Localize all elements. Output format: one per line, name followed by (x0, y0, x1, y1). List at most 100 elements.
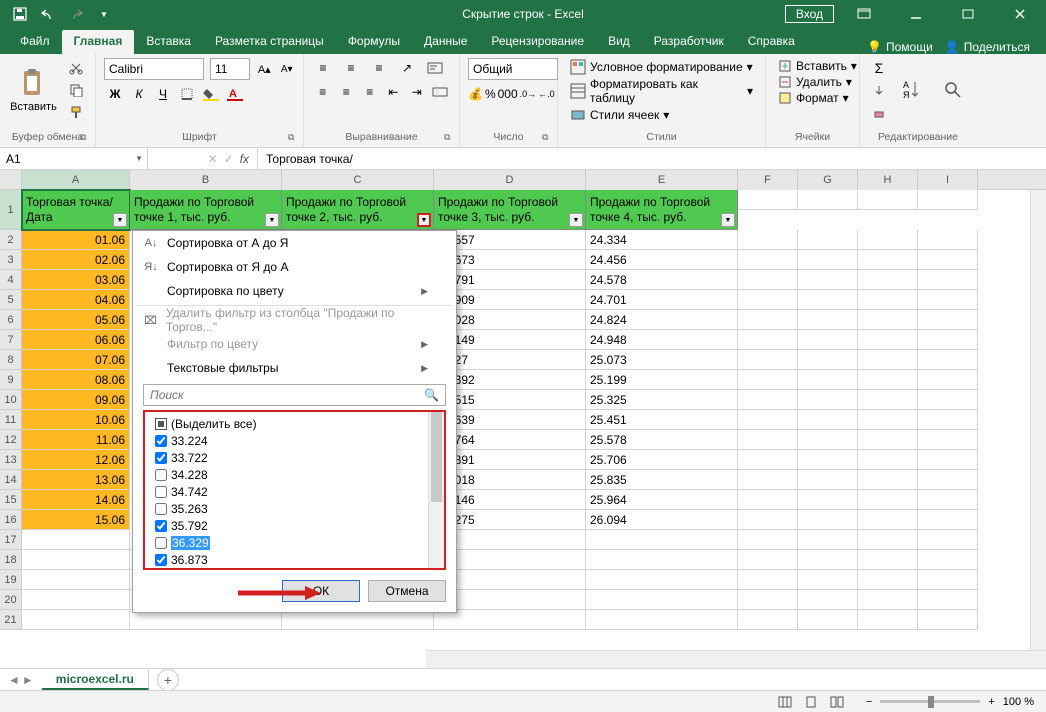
cell-date[interactable]: 15.06 (22, 510, 130, 530)
filter-item[interactable]: 34.228 (151, 466, 422, 483)
autosum-icon[interactable]: Σ (868, 58, 890, 78)
tab-data[interactable]: Данные (412, 30, 479, 54)
cell-empty[interactable] (798, 390, 858, 410)
number-format-select[interactable] (468, 58, 558, 80)
font-dialog-launcher[interactable]: ⧉ (288, 132, 300, 144)
fill-color-icon[interactable] (200, 84, 222, 104)
cell-empty[interactable] (858, 290, 918, 310)
cell-empty[interactable] (918, 310, 978, 330)
decrease-decimal-icon[interactable]: ←.0 (538, 84, 555, 104)
row-header[interactable]: 11 (0, 410, 22, 430)
font-size-input[interactable] (210, 58, 250, 80)
orientation-icon[interactable]: ↗ (396, 58, 418, 78)
cell-empty[interactable] (858, 590, 918, 610)
cell-empty[interactable] (918, 410, 978, 430)
text-filters-item[interactable]: Текстовые фильтры▶ (133, 356, 456, 380)
merge-cells-icon[interactable] (430, 82, 452, 102)
cell-empty[interactable] (858, 250, 918, 270)
cell-empty[interactable] (22, 570, 130, 590)
cell-empty[interactable] (798, 470, 858, 490)
cell-empty[interactable] (798, 230, 858, 250)
cell-empty[interactable] (22, 530, 130, 550)
cell-empty[interactable] (858, 450, 918, 470)
row-header[interactable]: 8 (0, 350, 22, 370)
cell-empty[interactable] (798, 490, 858, 510)
cell-empty[interactable] (738, 570, 798, 590)
row-header[interactable]: 13 (0, 450, 22, 470)
cell-empty[interactable] (918, 390, 978, 410)
cell-empty[interactable] (738, 410, 798, 430)
cell-empty[interactable] (586, 570, 738, 590)
cell-empty[interactable] (798, 450, 858, 470)
row-header[interactable]: 1 (0, 190, 22, 230)
cell-empty[interactable] (918, 570, 978, 590)
fx-icon[interactable]: fx (240, 152, 249, 166)
sheet-tab[interactable]: microexcel.ru (42, 670, 149, 690)
cell-empty[interactable] (586, 530, 738, 550)
cell-empty[interactable] (798, 530, 858, 550)
row-header[interactable]: 12 (0, 430, 22, 450)
filter-item[interactable]: 33.722 (151, 449, 422, 466)
col-header-I[interactable]: I (918, 170, 978, 190)
underline-button[interactable]: Ч (152, 84, 174, 104)
cell-date[interactable]: 05.06 (22, 310, 130, 330)
cell-empty[interactable] (858, 510, 918, 530)
cell-empty[interactable] (858, 570, 918, 590)
cell-empty[interactable] (918, 350, 978, 370)
cell-empty[interactable] (798, 370, 858, 390)
cell-empty[interactable] (22, 550, 130, 570)
row-header[interactable]: 2 (0, 230, 22, 250)
cell-value[interactable]: 24.824 (586, 310, 738, 330)
tab-layout[interactable]: Разметка страницы (203, 30, 336, 54)
vertical-scrollbar[interactable] (1030, 190, 1046, 668)
align-right-icon[interactable]: ≡ (359, 82, 381, 102)
share-button[interactable]: 👤Поделиться (945, 40, 1030, 54)
formula-input[interactable]: Торговая точка/ (258, 148, 1046, 169)
cell-empty[interactable] (858, 470, 918, 490)
cell-empty[interactable] (798, 590, 858, 610)
filter-select-all[interactable]: (Выделить все) (151, 415, 422, 432)
tab-insert[interactable]: Вставка (134, 30, 203, 54)
cancel-formula-icon[interactable]: ✕ (208, 152, 218, 166)
filter-arrow-col-E[interactable]: ▼ (721, 213, 735, 227)
table-header-A[interactable]: Торговая точка/Дата ▼ (22, 190, 130, 230)
cell-value[interactable]: 25.964 (586, 490, 738, 510)
sort-filter-button[interactable]: АЯ (896, 72, 930, 108)
horizontal-scrollbar[interactable] (426, 650, 1046, 668)
align-top-icon[interactable]: ≡ (312, 58, 334, 78)
filter-search-input[interactable]: 🔍 (143, 384, 446, 406)
copy-icon[interactable] (65, 80, 87, 100)
cell-empty[interactable] (858, 370, 918, 390)
cell-empty[interactable] (738, 290, 798, 310)
cell-empty[interactable] (738, 250, 798, 270)
cell-empty[interactable] (586, 550, 738, 570)
filter-item[interactable]: 35.792 (151, 517, 422, 534)
cell-empty[interactable] (858, 190, 918, 210)
cell-empty[interactable] (918, 430, 978, 450)
cell-date[interactable]: 01.06 (22, 230, 130, 250)
save-icon[interactable] (8, 2, 32, 26)
col-header-F[interactable]: F (738, 170, 798, 190)
cell-empty[interactable] (738, 190, 798, 210)
maximize-icon[interactable] (946, 0, 990, 28)
row-header[interactable]: 17 (0, 530, 22, 550)
tab-view[interactable]: Вид (596, 30, 642, 54)
number-dialog-launcher[interactable]: ⧉ (542, 132, 554, 144)
cell-empty[interactable] (858, 390, 918, 410)
cell-empty[interactable] (918, 590, 978, 610)
filter-item[interactable]: 36.873 (151, 551, 422, 568)
cell-value[interactable]: 25.073 (586, 350, 738, 370)
cell-empty[interactable] (798, 190, 858, 210)
redo-icon[interactable] (64, 2, 88, 26)
row-header[interactable]: 5 (0, 290, 22, 310)
table-header-D[interactable]: Продажи по Торговой точке 3, тыс. руб. ▼ (434, 190, 586, 230)
border-icon[interactable] (176, 84, 198, 104)
align-center-icon[interactable]: ≡ (336, 82, 358, 102)
zoom-out-button[interactable]: − (866, 696, 872, 708)
col-header-C[interactable]: C (282, 170, 434, 190)
row-header[interactable]: 21 (0, 610, 22, 630)
filter-arrow-col-A[interactable]: ▼ (113, 213, 127, 227)
cell-date[interactable]: 07.06 (22, 350, 130, 370)
ribbon-display-options-icon[interactable] (842, 0, 886, 28)
cell-value[interactable]: 25.706 (586, 450, 738, 470)
